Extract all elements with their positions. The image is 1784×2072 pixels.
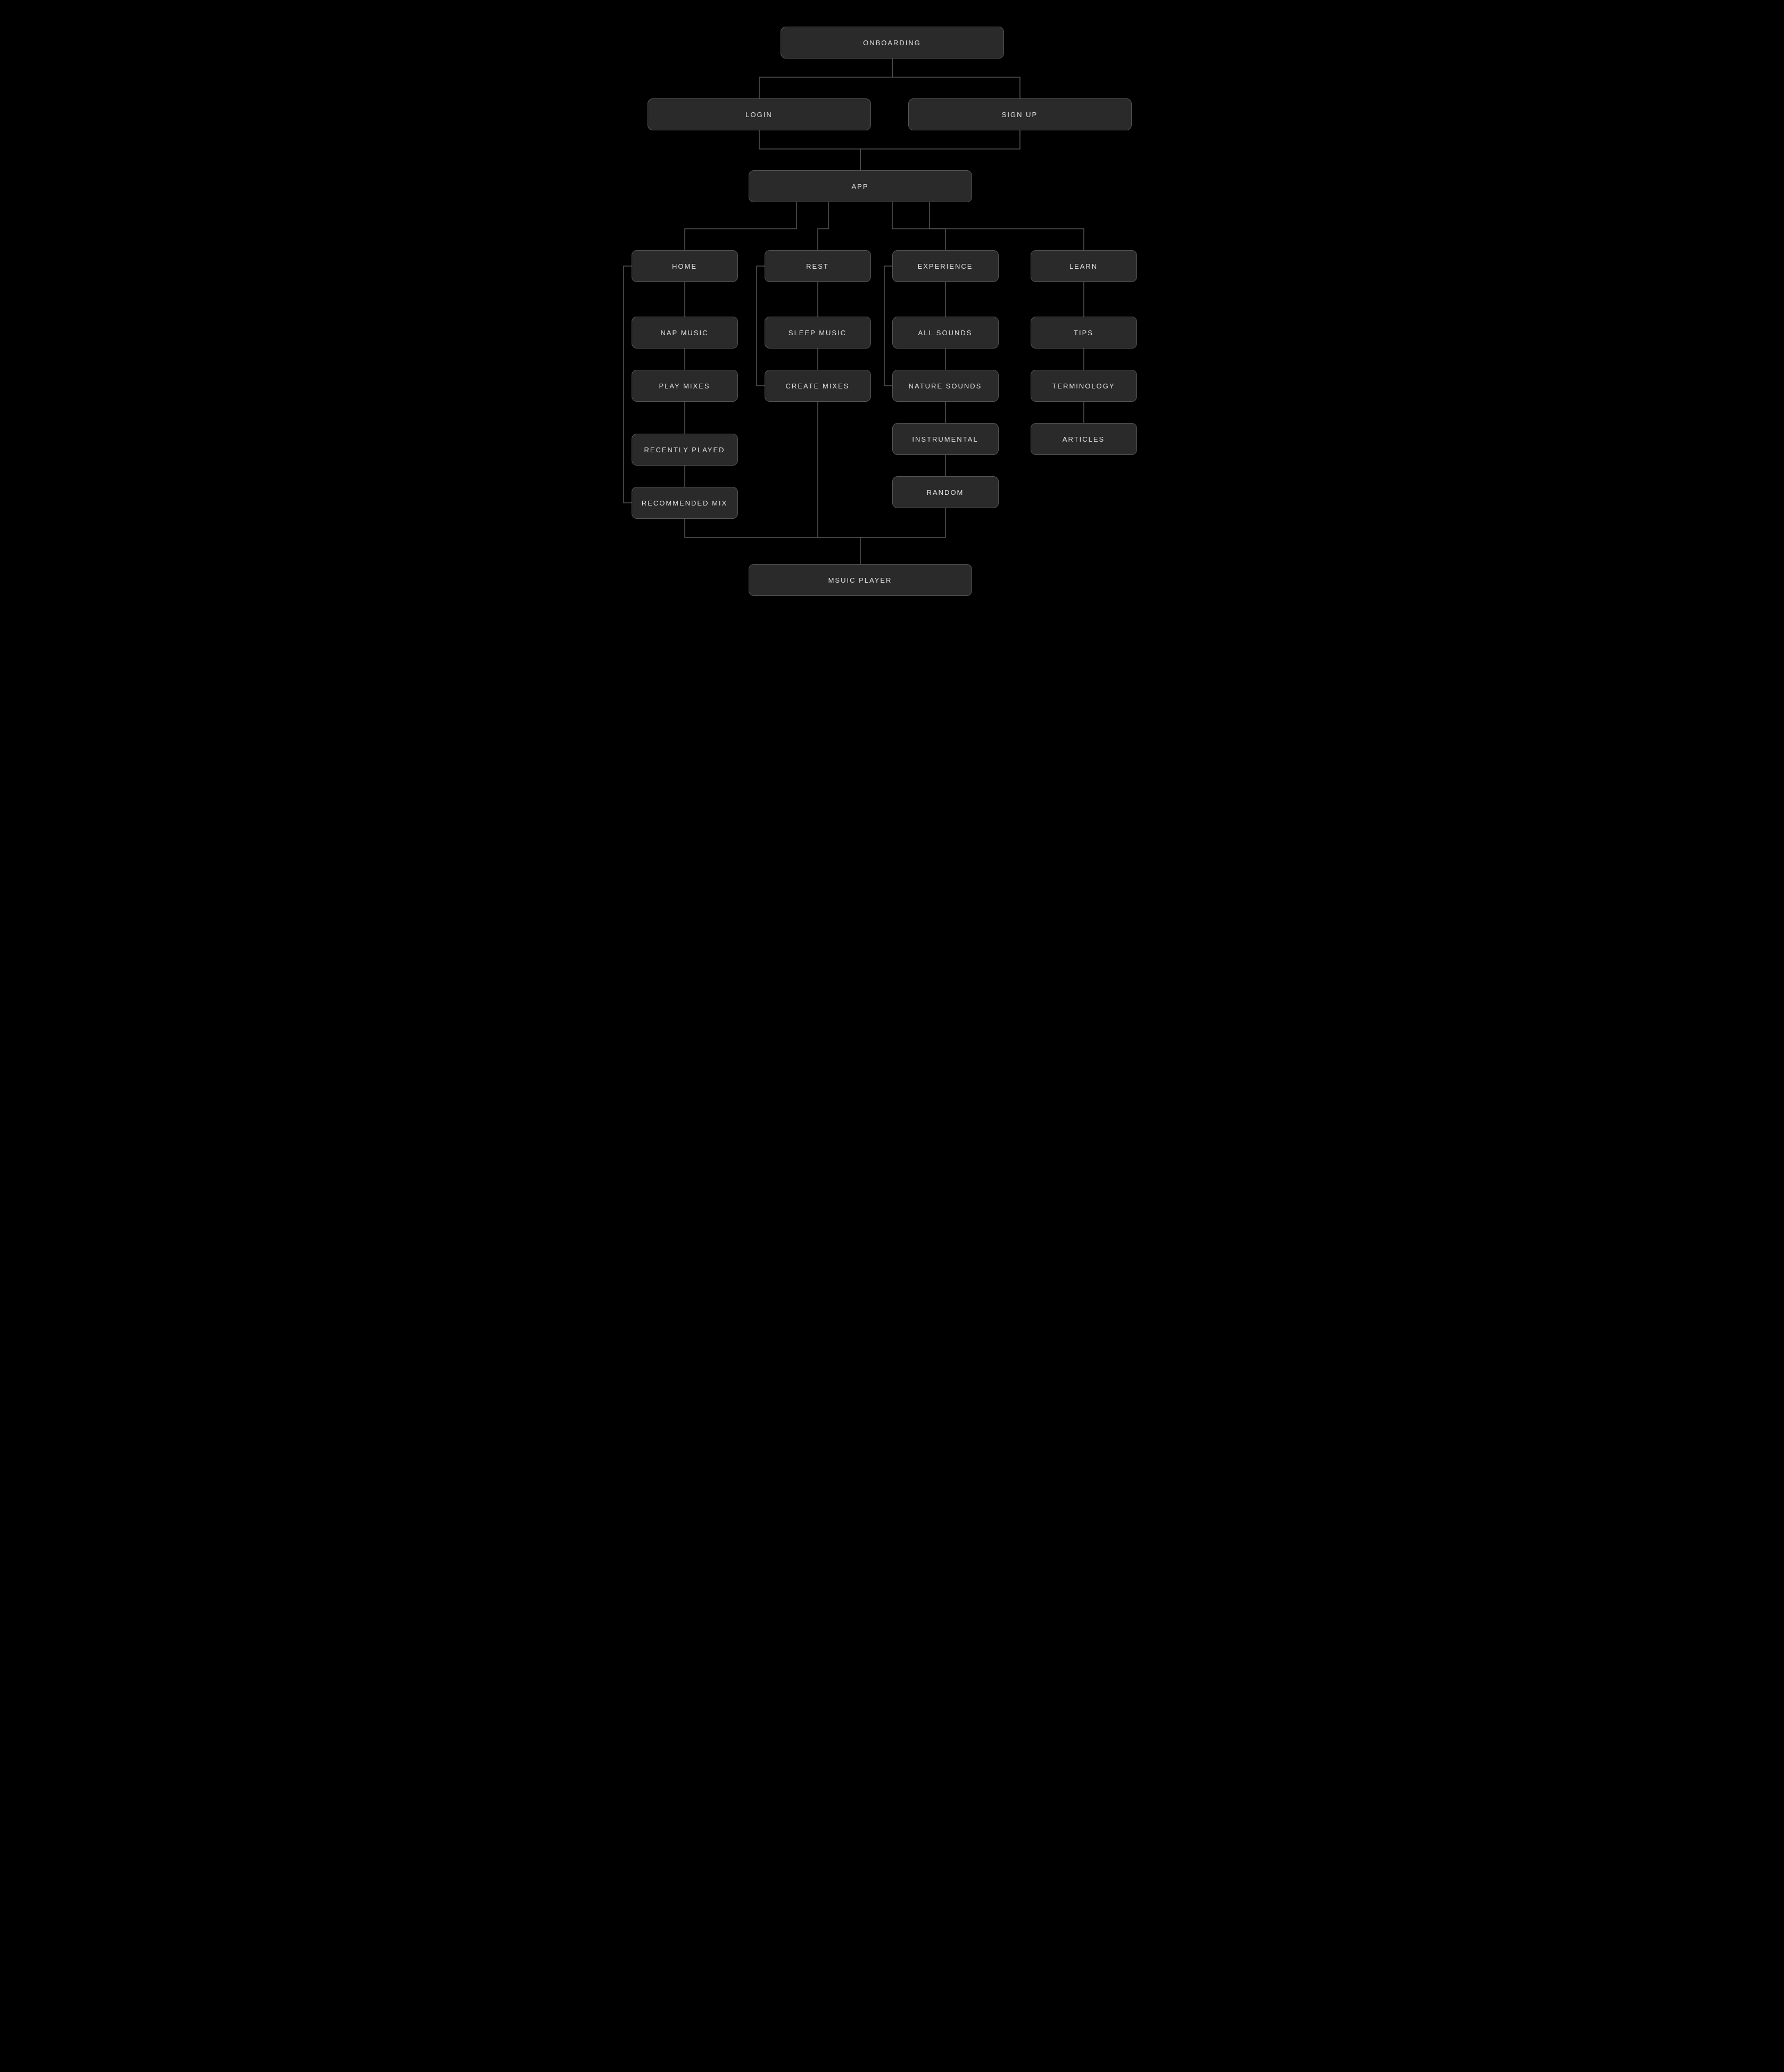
home-node: HOME bbox=[632, 250, 738, 282]
play-mixes-node: PLAY MIXES bbox=[632, 370, 738, 402]
login-node: LOGIN bbox=[648, 98, 871, 130]
flowchart-diagram: ONBOARDING LOGIN SIGN UP APP HOME REST E… bbox=[621, 21, 1164, 660]
nature-sounds-node: NATURE SOUNDS bbox=[892, 370, 999, 402]
create-mixes-node: CREATE MIXES bbox=[765, 370, 871, 402]
sleep-music-node: SLEEP MUSIC bbox=[765, 317, 871, 349]
nap-music-node: NAP MUSIC bbox=[632, 317, 738, 349]
recommended-mix-node: RECOMMENDED MIX bbox=[632, 487, 738, 519]
all-sounds-node: ALL SOUNDS bbox=[892, 317, 999, 349]
recently-played-node: RECENTLY PLAYED bbox=[632, 434, 738, 466]
signup-node: SIGN UP bbox=[908, 98, 1132, 130]
terminology-node: TERMINOLOGY bbox=[1031, 370, 1137, 402]
learn-node: LEARN bbox=[1031, 250, 1137, 282]
articles-node: ARTICLES bbox=[1031, 423, 1137, 455]
experience-node: EXPERIENCE bbox=[892, 250, 999, 282]
app-node: APP bbox=[749, 170, 972, 202]
tips-node: TIPS bbox=[1031, 317, 1137, 349]
music-player-node: MSUIC PLAYER bbox=[749, 564, 972, 596]
onboarding-node: ONBOARDING bbox=[781, 27, 1004, 59]
rest-node: REST bbox=[765, 250, 871, 282]
instrumental-node: INSTRUMENTAL bbox=[892, 423, 999, 455]
random-node: RANDOM bbox=[892, 476, 999, 508]
